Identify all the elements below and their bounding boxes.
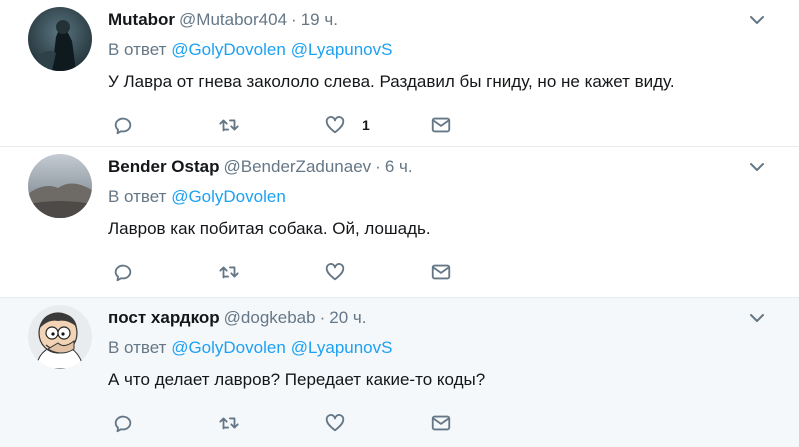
tweet-text: А что делает лавров? Передает какие-то к…: [108, 370, 486, 389]
reply-context: В ответ @GolyDovolen @LyapunovS: [108, 338, 392, 358]
reply-prefix: В ответ: [108, 338, 167, 357]
direct-message-button[interactable]: [430, 113, 452, 137]
mention-link[interactable]: @GolyDovolen: [171, 187, 286, 206]
chevron-down-icon[interactable]: [749, 14, 765, 26]
chevron-down-icon[interactable]: [749, 312, 765, 324]
reply-context: В ответ @GolyDovolen: [108, 187, 286, 207]
mention-link[interactable]: @GolyDovolen: [171, 40, 286, 59]
retweet-button[interactable]: [218, 411, 240, 435]
reply-icon: [114, 415, 132, 433]
reply-button[interactable]: [112, 260, 134, 284]
tweet[interactable]: Bender Ostap @BenderZadunaev · 6 ч. В ответ…: [0, 147, 799, 298]
author-name[interactable]: Mutabor: [108, 10, 175, 29]
reply-context: В ответ @GolyDovolen @LyapunovS: [108, 40, 392, 60]
action-bar: 1: [112, 113, 472, 137]
avatar[interactable]: [28, 154, 92, 218]
reply-button[interactable]: [112, 411, 134, 435]
envelope-icon: [431, 415, 451, 431]
direct-message-button[interactable]: [430, 411, 452, 435]
reply-icon: [114, 117, 132, 135]
direct-message-button[interactable]: [430, 260, 452, 284]
envelope-icon: [431, 117, 451, 133]
action-bar: [112, 260, 472, 284]
envelope-icon: [431, 264, 451, 280]
author-handle[interactable]: @BenderZadunaev: [223, 157, 371, 176]
reply-prefix: В ответ: [108, 40, 167, 59]
heart-icon: [325, 116, 345, 134]
tweet[interactable]: Mutabor @Mutabor404 · 19 ч. В ответ @GolyDo…: [0, 0, 799, 147]
retweet-icon: [219, 417, 239, 430]
tweet-text: Лавров как побитая собака. Ой, лошадь.: [108, 219, 431, 238]
action-bar: [112, 411, 472, 435]
author-handle[interactable]: @Mutabor404: [179, 10, 287, 29]
retweet-button[interactable]: [218, 260, 240, 284]
avatar[interactable]: [28, 7, 92, 71]
mention-link[interactable]: @LyapunovS: [291, 40, 393, 59]
like-button[interactable]: 1: [324, 113, 370, 137]
chevron-down-icon[interactable]: [749, 161, 765, 173]
retweet-button[interactable]: [218, 113, 240, 137]
separator: ·: [291, 10, 297, 29]
like-button[interactable]: [324, 411, 362, 435]
reply-prefix: В ответ: [108, 187, 167, 206]
reply-icon: [114, 264, 132, 282]
timestamp[interactable]: 20 ч.: [329, 308, 366, 327]
mention-link[interactable]: @GolyDovolen: [171, 338, 286, 357]
mention-link[interactable]: @LyapunovS: [291, 338, 393, 357]
timestamp[interactable]: 6 ч.: [385, 157, 413, 176]
heart-icon: [325, 414, 345, 432]
retweet-icon: [219, 119, 239, 132]
timestamp[interactable]: 19 ч.: [301, 10, 338, 29]
author-handle[interactable]: @dogkebab: [224, 308, 316, 327]
like-count: 1: [362, 117, 370, 133]
author-name[interactable]: Bender Ostap: [108, 157, 219, 176]
tweet[interactable]: пост хардкор @dogkebab · 20 ч. В ответ @Gol…: [0, 298, 799, 447]
separator: ·: [319, 308, 326, 327]
tweet-text: У Лавра от гнева закололо слева. Раздави…: [108, 72, 675, 91]
avatar[interactable]: [28, 305, 92, 369]
heart-icon: [325, 263, 345, 281]
separator: ·: [375, 157, 381, 176]
retweet-icon: [219, 266, 239, 279]
author-name[interactable]: пост хардкор: [108, 308, 220, 327]
like-button[interactable]: [324, 260, 362, 284]
reply-button[interactable]: [112, 113, 134, 137]
